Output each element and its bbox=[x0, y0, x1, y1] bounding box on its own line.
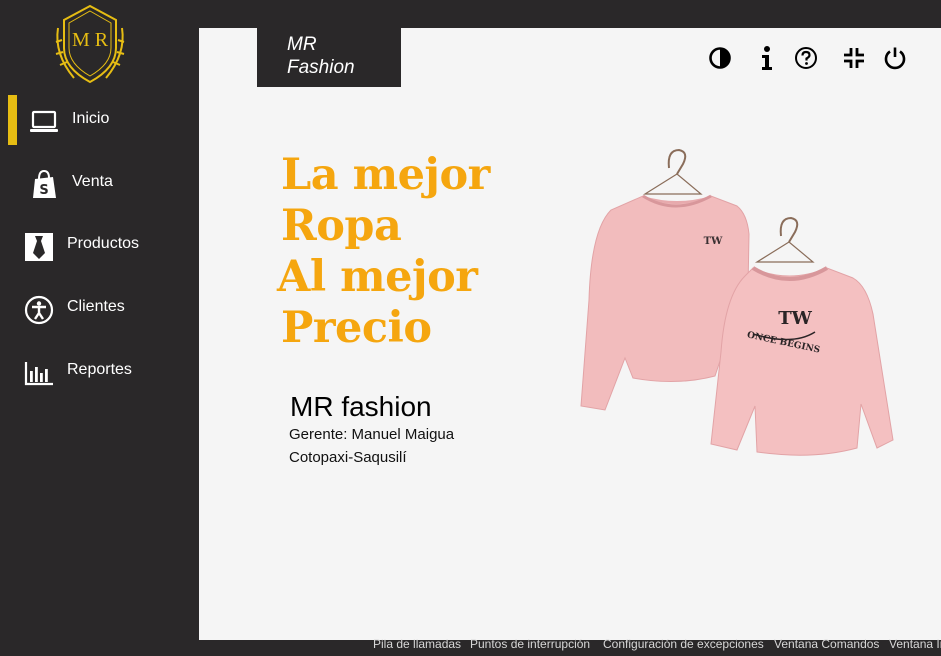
svg-text:TW: TW bbox=[778, 308, 812, 329]
sidebar-item-label: Clientes bbox=[67, 298, 125, 315]
accessibility-icon bbox=[23, 295, 55, 325]
ide-status-bar: Pila de llamadas Puntos de interrupción … bbox=[0, 637, 941, 656]
sidebar-item-inicio[interactable]: Inicio bbox=[0, 95, 199, 145]
brand-line-2: Fashion bbox=[287, 57, 355, 78]
product-image: TW TW ONCE BEGINS bbox=[580, 148, 894, 456]
sidebar-item-label: Reportes bbox=[67, 361, 132, 378]
collapse-icon[interactable] bbox=[840, 44, 868, 72]
statusbar-item[interactable]: Ventana In bbox=[889, 637, 941, 651]
sidebar-item-productos[interactable]: Productos bbox=[0, 220, 199, 270]
manager-text: Gerente: Manuel Maigua bbox=[289, 426, 455, 443]
svg-text:TW: TW bbox=[704, 236, 723, 247]
shopping-bag-icon: S bbox=[28, 169, 60, 200]
bar-chart-icon bbox=[23, 358, 55, 388]
headline-line: La mejor bbox=[281, 150, 490, 200]
tie-icon bbox=[23, 232, 55, 262]
mr-logo: M R bbox=[55, 4, 125, 84]
statusbar-item[interactable]: Configuración de excepciones bbox=[603, 637, 764, 651]
headline-line: Al mejor bbox=[277, 252, 478, 302]
active-indicator bbox=[8, 95, 17, 145]
brand-line-1: MR bbox=[287, 34, 317, 55]
sidebar-item-venta[interactable]: S Venta bbox=[0, 158, 199, 208]
sidebar: M R Inicio S Venta Productos Clientes Re… bbox=[0, 0, 199, 640]
statusbar-item[interactable]: Ventana Comandos bbox=[774, 637, 879, 651]
statusbar-item[interactable]: Puntos de interrupción bbox=[470, 637, 590, 651]
statusbar-item[interactable]: Pila de llamadas bbox=[373, 637, 461, 651]
brand-tab: MR Fashion bbox=[257, 28, 401, 87]
location-text: Cotopaxi-Saqusilí bbox=[289, 449, 407, 466]
laptop-icon bbox=[28, 107, 60, 137]
sidebar-item-label: Productos bbox=[67, 235, 140, 252]
power-icon[interactable] bbox=[881, 44, 909, 72]
sidebar-item-reportes[interactable]: Reportes bbox=[0, 346, 199, 396]
help-icon[interactable] bbox=[792, 44, 820, 72]
business-name: MR fashion bbox=[290, 391, 432, 422]
sidebar-item-label: Venta bbox=[72, 173, 113, 190]
info-icon[interactable] bbox=[753, 44, 781, 72]
svg-text:M R: M R bbox=[72, 29, 109, 51]
sidebar-item-label: Inicio bbox=[72, 110, 110, 127]
svg-text:S: S bbox=[39, 183, 48, 198]
main-panel: MR Fashion La mejor Ropa Al mejor Precio… bbox=[199, 28, 941, 640]
sidebar-item-clientes[interactable]: Clientes bbox=[0, 283, 199, 333]
hero-headline: La mejor Ropa Al mejor Precio bbox=[277, 150, 490, 354]
headline-line: Precio bbox=[281, 303, 432, 353]
contrast-icon[interactable] bbox=[706, 44, 734, 72]
headline-line: Ropa bbox=[281, 201, 402, 251]
